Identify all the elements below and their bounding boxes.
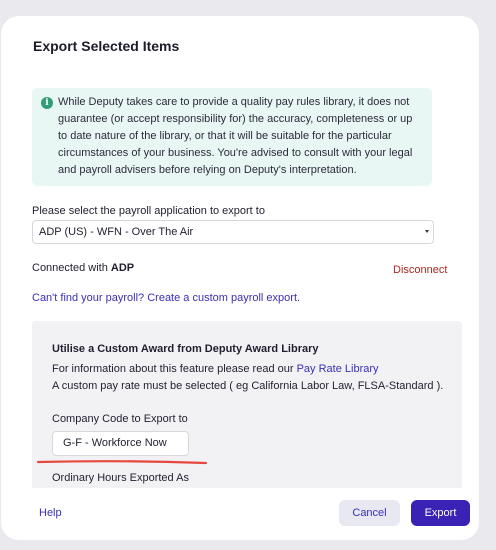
custom-award-heading: Utilise a Custom Award from Deputy Award… (52, 343, 319, 355)
disclaimer-text: While Deputy takes care to provide a qua… (58, 96, 413, 176)
connection-provider: ADP (110, 262, 135, 274)
custom-award-info: For information about this feature pleas… (52, 361, 443, 395)
company-code-value: G-F - Workforce Now (63, 437, 167, 449)
disconnect-button[interactable]: Disconnect (393, 264, 447, 276)
dialog-title: Export Selected Items (33, 38, 180, 54)
chevron-down-icon (425, 230, 429, 233)
export-button[interactable]: Export (411, 500, 470, 526)
company-code-field[interactable]: G-F - Workforce Now (52, 431, 189, 456)
export-dialog: Export Selected Items i While Deputy tak… (1, 16, 479, 540)
ordinary-hours-label: Ordinary Hours Exported As (52, 472, 189, 484)
dialog-footer: Help Cancel Export (1, 488, 479, 540)
payroll-select-value: ADP (US) - WFN - Over The Air (39, 226, 194, 238)
create-custom-payroll-link[interactable]: Can't find your payroll? Create a custom… (32, 292, 300, 304)
info-prefix: For information about this feature pleas… (52, 363, 294, 375)
pay-rate-library-link[interactable]: Pay Rate Library (297, 363, 379, 375)
connection-prefix: Connected with (32, 262, 108, 274)
company-code-label: Company Code to Export to (52, 413, 188, 425)
highlight-underline (36, 460, 208, 465)
info-icon: i (41, 97, 53, 109)
custom-rate-note: A custom pay rate must be selected ( eg … (52, 380, 444, 392)
payroll-select-label: Please select the payroll application to… (32, 205, 265, 217)
connection-status: Connected with ADP (32, 262, 134, 274)
payroll-select[interactable]: ADP (US) - WFN - Over The Air (32, 220, 434, 244)
cancel-button[interactable]: Cancel (339, 500, 400, 526)
help-link[interactable]: Help (39, 507, 62, 519)
disclaimer-notice: i While Deputy takes care to provide a q… (32, 88, 432, 186)
